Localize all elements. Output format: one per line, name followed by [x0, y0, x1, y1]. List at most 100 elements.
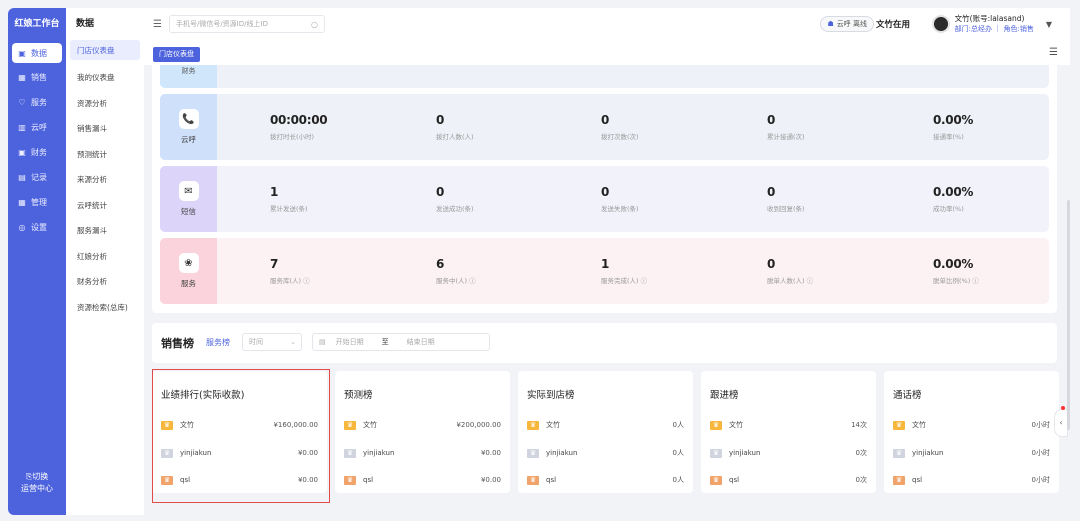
sidebar-item-settings[interactable]: ◎ 设置 [8, 215, 66, 240]
stat-label: 拨打时长(小时) [270, 133, 315, 141]
sidebar-item-finance[interactable]: ▣ 财务 [8, 140, 66, 165]
rank-card: 业绩排行(实际收款) ♛ 文竹 ¥160,000.00 ♛ yinjiakun ¥0.0… [152, 371, 327, 493]
stat-value: 0 [767, 113, 776, 127]
date-separator: 至 [381, 338, 389, 346]
rank-row: ♛ yinjiakun ¥0.00 [344, 446, 501, 460]
row-label: 服务 [181, 279, 196, 288]
card-title: 跟进榜 [710, 390, 739, 401]
search-icon[interactable]: ○ [311, 20, 318, 29]
rank-row: ♛ qsl ¥0.00 [344, 473, 501, 487]
time-select[interactable]: 时间 ⌄ [242, 333, 302, 351]
chevron-left-icon[interactable]: ‹ [1054, 409, 1068, 437]
subnav-item[interactable]: 财务分析 [66, 269, 144, 295]
crown-silver-icon: ♛ [344, 448, 356, 458]
cloudcall-status-button[interactable]: ☗ 云呼 离线 [820, 16, 874, 32]
subnav-item[interactable]: 红娘分析 [66, 244, 144, 270]
tab-store-dashboard[interactable]: 门店仪表盘 [153, 47, 200, 62]
collapse-menu-icon[interactable]: ☰ [153, 19, 162, 30]
subnav-title: 数据 [76, 19, 95, 29]
stat-value: 0.00% [933, 257, 974, 271]
subnav-item[interactable]: 门店仪表盘 [70, 40, 140, 60]
tab-bar: 门店仪表盘 ☰ [144, 40, 1070, 65]
start-date-field[interactable]: 开始日期 [336, 337, 364, 347]
subnav-item[interactable]: 服务漏斗 [66, 218, 144, 244]
work-status: 文竹在用 [875, 20, 910, 30]
stat-label: 成功率(%) [933, 205, 964, 213]
stat-value: 0 [767, 185, 776, 199]
avatar [931, 15, 950, 33]
search-box[interactable]: ○ [168, 15, 325, 33]
user-menu[interactable]: 文竹(账号:lalasand) 部门:总经办 ｜ 角色:销售 ▼ [931, 14, 1052, 34]
sidebar-item-service[interactable]: ♡ 服务 [8, 90, 66, 115]
rank-row: ♛ yinjiakun 0人 [527, 446, 684, 460]
user-name: 文竹(账号:lalasand) [954, 14, 1025, 23]
crown-gold-icon: ♛ [893, 420, 905, 430]
headset-icon: ☗ [827, 20, 834, 28]
rank-card: 预测榜 ♛ 文竹 ¥200,000.00 ♛ yinjiakun ¥0.00 ♛ qsl ¥… [335, 371, 510, 493]
calendar-icon: ▦ [18, 198, 26, 207]
crown-silver-icon: ♛ [710, 448, 722, 458]
card-title: 业绩排行(实际收款) [161, 390, 245, 401]
heart-icon: ♡ [18, 98, 26, 107]
main-sidebar: 红娘工作台 ▣ 数据 ▦ 销售 ♡ 服务 ▥ 云呼 ▣ 财务 ▤ 记录 ▦ 管理 ◎ 设置 ⎘切… [8, 8, 66, 515]
rank-row: ♛ yinjiakun 0小时 [893, 446, 1050, 460]
crown-bronze-icon: ♛ [344, 475, 356, 485]
stat-label: 脱单人数(人) ⓘ [767, 277, 814, 285]
rank-row: ♛ 文竹 14次 [710, 418, 867, 432]
stat-value: 7 [270, 257, 279, 271]
service-icon: ❀ [178, 253, 199, 273]
subnav-item[interactable]: 来源分析 [66, 167, 144, 193]
crown-bronze-icon: ♛ [710, 475, 722, 485]
subnav-item[interactable]: 销售漏斗 [66, 116, 144, 142]
rank-card: 通话榜 ♛ 文竹 0小时 ♛ yinjiakun 0小时 ♛ qsl 0小时 [884, 371, 1059, 493]
rank-row: ♛ qsl 0人 [527, 473, 684, 487]
stat-label: 拨打次数(次) [601, 133, 639, 141]
subnav-item[interactable]: 我的仪表盘 [66, 65, 144, 91]
brand-title: 红娘工作台 [14, 19, 60, 29]
stat-value: 0 [601, 113, 610, 127]
subnav-item[interactable]: 资源检索(总库) [66, 295, 144, 321]
crown-bronze-icon: ♛ [527, 475, 539, 485]
caret-down-icon[interactable]: ▼ [1046, 20, 1052, 29]
stat-value: 0 [436, 113, 445, 127]
stat-label: 服务中(人) ⓘ [436, 277, 476, 285]
sidebar-item-cloudcall[interactable]: ▥ 云呼 [8, 115, 66, 140]
chart-icon: ▥ [18, 123, 26, 132]
card-title: 通话榜 [893, 390, 922, 401]
sidebar-item-data[interactable]: ▣ 数据 [12, 43, 62, 63]
rank-row: ♛ qsl 0次 [710, 473, 867, 487]
user-role: 部门:总经办 ｜ 角色:销售 [954, 25, 1034, 33]
stat-value: 0.00% [933, 113, 974, 127]
switch-center-button[interactable]: ⎘切换 运营中心 [8, 471, 66, 495]
sidebar-item-records[interactable]: ▤ 记录 [8, 165, 66, 190]
stat-label: 发送成功(条) [436, 205, 474, 213]
sidebar-item-manage[interactable]: ▦ 管理 [8, 190, 66, 215]
date-range-picker[interactable]: ▤ 开始日期 至 结束日期 [312, 333, 490, 351]
row-label: 短信 [181, 207, 196, 216]
tab-menu-icon[interactable]: ☰ [1049, 47, 1058, 58]
end-date-field[interactable]: 结束日期 [407, 337, 435, 347]
stat-label: 累计发送(条) [270, 205, 308, 213]
tab-service-rank[interactable]: 服务榜 [206, 337, 230, 348]
stat-value: 6 [436, 257, 445, 271]
sms-icon: ✉ [178, 181, 199, 201]
tab-sales-rank[interactable]: 销售榜 [161, 335, 194, 351]
data-icon: ▣ [18, 48, 26, 58]
scrollbar[interactable] [1067, 200, 1070, 430]
sidebar-item-sales[interactable]: ▦ 销售 [8, 65, 66, 90]
stat-value: 0 [436, 185, 445, 199]
rank-filter-bar: 销售榜 服务榜 时间 ⌄ ▤ 开始日期 至 结束日期 [152, 323, 1057, 363]
row-label: 云呼 [181, 135, 196, 144]
rank-row: ♛ yinjiakun 0次 [710, 446, 867, 460]
subnav-item[interactable]: 资源分析 [66, 91, 144, 117]
search-input[interactable] [175, 20, 306, 28]
subnav-item[interactable]: 预测统计 [66, 142, 144, 168]
card-title: 实际到店榜 [527, 390, 575, 401]
main-content: 财务 📞 云呼 00:00:00 拨打时长(小时) 0 拨打人数(人) 0 拨打次数(… [144, 65, 1070, 515]
subnav-item[interactable]: 云呼统计 [66, 193, 144, 219]
top-bar: ☰ ○ ☗云呼 离线 文竹在用 文竹(账号:lalasand) 部门:总经办 ｜… [144, 8, 1070, 40]
money-icon: ▣ [18, 148, 26, 157]
stat-label: 拨打人数(人) [436, 133, 474, 141]
sub-navigation: 数据 门店仪表盘 我的仪表盘 资源分析 销售漏斗 预测统计 来源分析 云呼统计 … [66, 8, 144, 515]
doc-icon: ▤ [18, 173, 26, 182]
